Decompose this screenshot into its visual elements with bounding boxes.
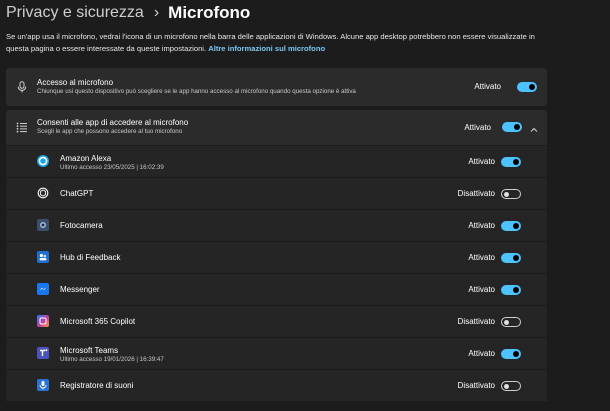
breadcrumb-separator: ›	[153, 4, 160, 21]
app-state: Attivato	[468, 157, 495, 166]
app-name: Microsoft 365 Copilot	[60, 317, 136, 326]
app-name: Microsoft Teams	[60, 346, 119, 355]
learn-more-link[interactable]: Altre informazioni sul microfono	[208, 44, 325, 53]
app-access-state: Attivato	[464, 123, 491, 132]
app-name: Fotocamera	[60, 221, 103, 230]
breadcrumb-parent[interactable]: Privacy e sicurezza	[6, 4, 144, 22]
app-name: Hub di Feedback	[60, 253, 121, 262]
messenger-icon	[37, 283, 49, 295]
page-description: Se un'app usa il microfono, vedrai l'ico…	[6, 31, 546, 54]
app-row-hub-di-feedback: Hub di Feedback Attivato	[6, 242, 547, 273]
app-state: Attivato	[468, 349, 495, 358]
app-row-registratore-di-suoni: Registratore di suoni Disattivato	[6, 370, 547, 401]
app-toggle-registratore-di-suoni[interactable]	[501, 381, 521, 391]
app-row-messenger: Messenger Attivato	[6, 274, 547, 305]
app-toggle-messenger[interactable]	[501, 285, 521, 295]
mic-access-title: Accesso al microfono	[37, 78, 114, 87]
teams-icon	[37, 347, 49, 359]
app-row-chatgpt: ChatGPT Disattivato	[6, 178, 547, 209]
microphone-icon	[16, 81, 28, 93]
app-row-fotocamera: Fotocamera Attivato	[6, 210, 547, 241]
chevron-up-icon[interactable]	[529, 122, 539, 132]
app-name: Amazon Alexa	[60, 154, 112, 163]
app-last-access: Ultimo accesso 23/05/2025 | 16:02:39	[60, 164, 164, 171]
app-name: Registratore di suoni	[60, 381, 134, 390]
app-toggle-microsoft-teams[interactable]	[501, 349, 521, 359]
page-header: Privacy e sicurezza › Microfono	[6, 2, 250, 24]
app-state: Attivato	[468, 253, 495, 262]
app-toggle-hub-di-feedback[interactable]	[501, 253, 521, 263]
app-toggle-chatgpt[interactable]	[501, 189, 521, 199]
app-row-microsoft-teams: Microsoft Teams Ultimo accesso 19/01/202…	[6, 338, 547, 369]
app-toggle-amazon-alexa[interactable]	[501, 157, 521, 167]
app-access-subtitle: Scegli le app che possono accedere al tu…	[37, 128, 183, 135]
app-state: Disattivato	[457, 317, 495, 326]
app-toggle-microsoft-365-copilot[interactable]	[501, 317, 521, 327]
app-access-setting[interactable]: Consenti alle app di accedere al microfo…	[6, 110, 547, 145]
mic-access-state: Attivato	[474, 82, 501, 91]
app-state: Attivato	[468, 221, 495, 230]
app-last-access: Ultimo accesso 19/01/2026 | 16:39:47	[60, 356, 164, 363]
alexa-icon	[37, 155, 49, 167]
app-state: Attivato	[468, 285, 495, 294]
mic-access-subtitle: Chiunque usi questo dispositivo può sceg…	[37, 88, 356, 95]
mic-access-toggle[interactable]	[517, 82, 537, 92]
camera-icon	[37, 219, 49, 231]
app-name: ChatGPT	[60, 189, 94, 198]
app-state: Disattivato	[457, 189, 495, 198]
app-state: Disattivato	[457, 381, 495, 390]
chatgpt-icon	[37, 187, 49, 199]
app-row-microsoft-365-copilot: Microsoft 365 Copilot Disattivato	[6, 306, 547, 337]
feedback-hub-icon	[37, 251, 49, 263]
app-access-title: Consenti alle app di accedere al microfo…	[37, 118, 189, 127]
page-title: Microfono	[168, 3, 251, 22]
app-row-amazon-alexa: Amazon Alexa Ultimo accesso 23/05/2025 |…	[6, 146, 547, 177]
app-toggle-fotocamera[interactable]	[501, 221, 521, 231]
app-name: Messenger	[60, 285, 100, 294]
app-access-toggle[interactable]	[502, 122, 522, 132]
mic-access-setting: Accesso al microfono Chiunque usi questo…	[6, 68, 547, 106]
sound-recorder-icon	[37, 379, 49, 391]
list-icon	[16, 122, 28, 134]
app-list: Amazon Alexa Ultimo accesso 23/05/2025 |…	[6, 146, 547, 402]
copilot-icon	[37, 315, 49, 327]
